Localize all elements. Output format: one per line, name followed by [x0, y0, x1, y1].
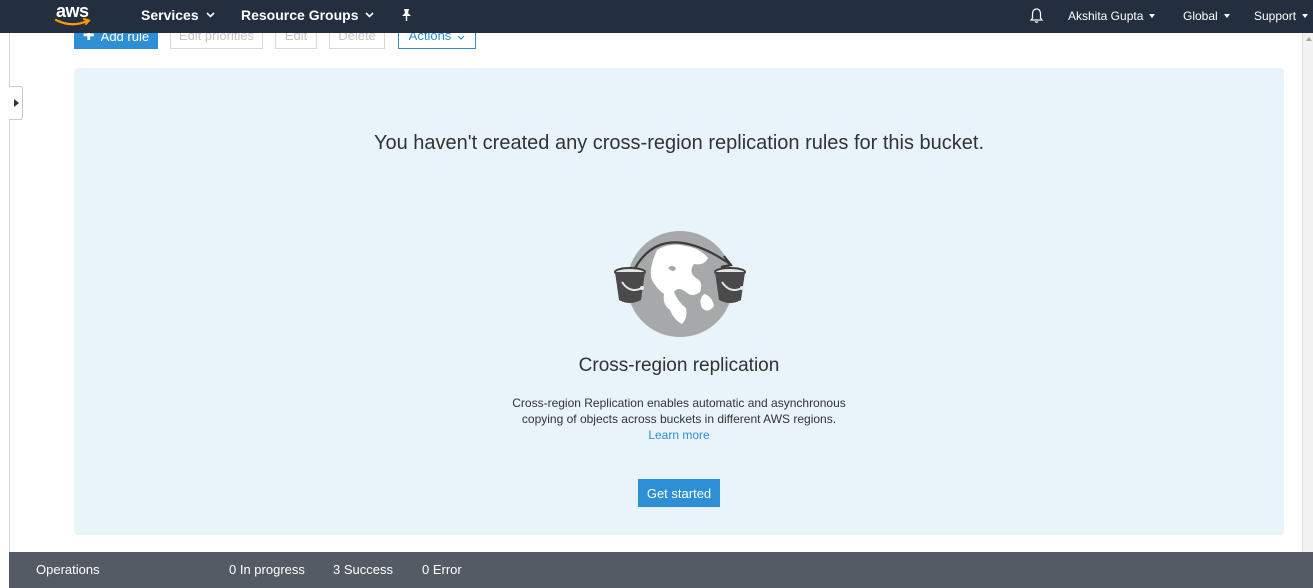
- learn-more-link[interactable]: Learn more: [504, 427, 854, 443]
- scroll-up-icon[interactable]: [1306, 37, 1312, 41]
- empty-state-message: You haven't created any cross-region rep…: [373, 132, 985, 154]
- chevron-down-icon: [457, 35, 465, 40]
- resource-groups-menu-label: Resource Groups: [241, 7, 359, 23]
- support-menu[interactable]: Support: [1254, 9, 1309, 23]
- region-menu[interactable]: Global: [1183, 9, 1230, 23]
- chevron-right-icon: [14, 99, 19, 107]
- in-progress-count[interactable]: 0 In progress: [229, 562, 305, 577]
- feature-description-line1: Cross-region Replication enables automat…: [512, 396, 846, 410]
- feature-description: Cross-region Replication enables automat…: [504, 395, 854, 443]
- expand-sidebar-toggle[interactable]: [9, 86, 23, 120]
- chevron-down-icon: [365, 12, 375, 18]
- caret-down-icon: [1302, 14, 1309, 18]
- operations-label[interactable]: Operations: [36, 562, 100, 577]
- pin-icon: [402, 9, 411, 21]
- error-count[interactable]: 0 Error: [422, 562, 462, 577]
- region-label: Global: [1183, 9, 1218, 23]
- success-count[interactable]: 3 Success: [333, 562, 393, 577]
- resource-groups-menu[interactable]: Resource Groups: [241, 7, 375, 23]
- aws-logo[interactable]: aws: [54, 1, 96, 29]
- notifications-button[interactable]: [1029, 7, 1044, 24]
- caret-down-icon: [1149, 14, 1156, 18]
- top-navigation-bar: aws Services Resource Groups Akshita Gup…: [0, 0, 1313, 33]
- user-menu[interactable]: Akshita Gupta: [1068, 9, 1156, 23]
- caret-down-icon: [1223, 14, 1230, 18]
- globe-buckets-replication-icon: [614, 231, 746, 337]
- user-name: Akshita Gupta: [1068, 9, 1144, 23]
- services-menu[interactable]: Services: [141, 7, 215, 23]
- replication-empty-state-panel: You haven't created any cross-region rep…: [74, 68, 1284, 535]
- aws-smile-icon: [54, 18, 91, 26]
- pin-button[interactable]: [400, 8, 413, 22]
- feature-description-line2: copying of objects across buckets in dif…: [521, 412, 837, 426]
- chevron-down-icon: [206, 12, 215, 18]
- bell-icon: [1029, 8, 1044, 23]
- support-label: Support: [1254, 9, 1297, 23]
- operations-bar: Operations 0 In progress 3 Success 0 Err…: [9, 552, 1313, 588]
- get-started-button[interactable]: Get started: [638, 479, 720, 507]
- services-menu-label: Services: [141, 7, 199, 23]
- vertical-scrollbar[interactable]: [1302, 33, 1313, 552]
- feature-title: Cross-region replication: [578, 355, 780, 376]
